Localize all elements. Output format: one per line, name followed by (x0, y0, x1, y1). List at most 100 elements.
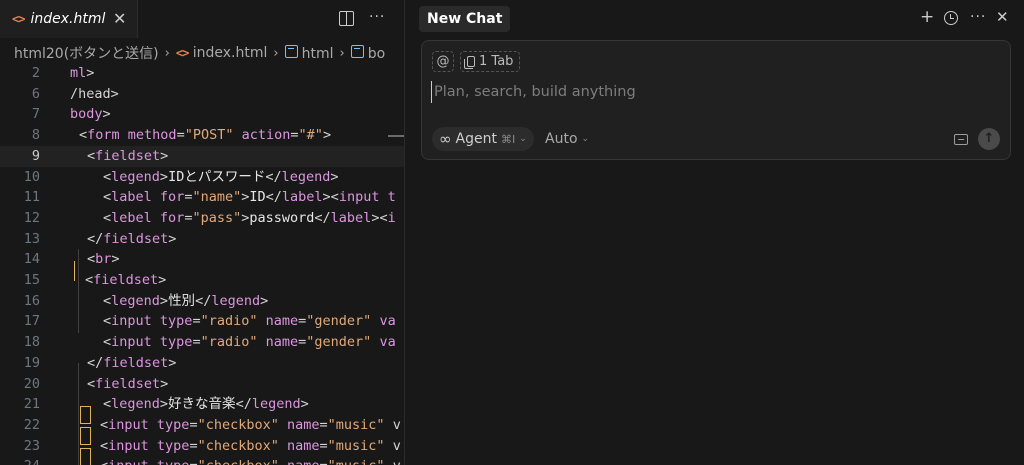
model-select[interactable]: Auto ⌄ (545, 127, 589, 151)
breadcrumb-file[interactable]: <> index.html (176, 45, 268, 61)
code-text: <fieldset> (85, 272, 167, 288)
mode-label: Agent (455, 131, 497, 147)
mention-button[interactable]: @ (432, 51, 454, 72)
code-line[interactable]: 20 <fieldset> (0, 374, 404, 395)
code-text: <fieldset> (87, 147, 169, 164)
context-tab-label: 1 Tab (479, 54, 514, 69)
chevron-down-icon: ⌄ (519, 134, 527, 144)
code-text: <input type="checkbox" name="music" v (100, 416, 401, 433)
breadcrumb: html20(ボタンと送信) › <> index.html › html › … (14, 43, 385, 63)
code-line[interactable]: 15 <fieldset> (0, 270, 404, 291)
symbol-cube-icon (350, 44, 364, 58)
mode-shortcut: ⌘I (500, 132, 516, 146)
close-icon[interactable]: ✕ (113, 9, 126, 28)
code-line[interactable]: 22 <input type="checkbox" name="music" v (0, 415, 404, 436)
history-icon[interactable] (944, 11, 958, 25)
line-number: 7 (31, 106, 40, 123)
code-line[interactable]: 13 </fieldset> (0, 229, 404, 250)
line-number: 13 (23, 230, 40, 247)
breadcrumb-symbol-body[interactable]: bo (350, 44, 385, 62)
code-line[interactable]: 23 <input type="checkbox" name="music" v (0, 436, 404, 457)
chat-input[interactable] (431, 81, 991, 103)
editor-tab-bar: <> index.html ✕ ··· (0, 0, 404, 38)
tab-new-chat[interactable]: New Chat (419, 6, 511, 32)
code-line[interactable]: 8 <form method="POST" action="#"> (0, 125, 404, 146)
line-number: 24 (0, 456, 40, 465)
code-line[interactable]: 2 ml> (0, 63, 404, 84)
editor-tab-title: index.html (30, 11, 106, 27)
symbol-cube-icon (284, 44, 298, 58)
code-text: <br> (87, 251, 120, 268)
html-file-icon: <> (175, 46, 189, 60)
code-line[interactable]: 11 <label for="name">ID</label><input t (0, 187, 404, 208)
context-tab-chip[interactable]: 1 Tab (460, 51, 521, 72)
code-text: <lebel for="pass">password</label><i (103, 209, 396, 226)
line-number: 14 (23, 251, 40, 268)
chevron-right-icon: › (164, 45, 170, 61)
line-number: 12 (23, 209, 40, 226)
chevron-right-icon: › (273, 45, 279, 61)
breadcrumb-folder[interactable]: html20(ボタンと送信) (14, 43, 159, 63)
mode-select-button[interactable]: ∞ Agent ⌘I ⌄ (432, 127, 534, 151)
image-icon[interactable] (954, 134, 968, 145)
indent-guide (78, 363, 79, 465)
chevron-down-icon: ⌄ (581, 134, 590, 144)
line-number: 20 (23, 375, 40, 392)
code-text: body> (70, 106, 111, 123)
code-text: /head> (70, 85, 119, 102)
code-text: <legend>IDとパスワード</legend> (103, 168, 339, 185)
code-line[interactable]: 7 body> (0, 104, 404, 125)
code-text: </fieldset> (87, 354, 177, 371)
arrow-up-icon: ↑ (983, 131, 995, 146)
code-text: <legend>性別</legend> (103, 292, 269, 309)
more-icon[interactable]: ··· (369, 9, 385, 25)
code-text: <legend>好きな音楽</legend> (103, 396, 309, 413)
line-number: 8 (31, 127, 40, 144)
code-line[interactable]: 14 <br> (0, 249, 404, 270)
code-line[interactable]: 12 <lebel for="pass">password</label><i (0, 208, 404, 229)
close-icon[interactable]: ✕ (996, 8, 1009, 26)
split-editor-icon[interactable] (339, 11, 354, 26)
line-number: 17 (23, 313, 40, 330)
code-line[interactable]: 10 <legend>IDとパスワード</legend> (0, 167, 404, 188)
line-number: 18 (23, 334, 40, 351)
line-number: 10 (23, 168, 40, 185)
scrollbar-indicator[interactable] (388, 135, 404, 137)
indent-guide (78, 249, 79, 333)
line-number: 11 (23, 189, 40, 206)
code-line[interactable]: 19 </fieldset> (0, 353, 404, 374)
line-number: 21 (23, 396, 40, 413)
model-label: Auto (545, 131, 578, 147)
editor-tab-index-html[interactable]: <> index.html ✕ (0, 0, 138, 38)
code-text: <input type="radio" name="gender" va (103, 313, 396, 330)
plus-icon[interactable]: + (920, 7, 934, 27)
chevron-right-icon: › (339, 45, 345, 61)
line-number: 6 (31, 85, 40, 102)
breadcrumb-symbol-html[interactable]: html (284, 44, 334, 62)
code-line[interactable]: 16 <legend>性別</legend> (0, 291, 404, 312)
code-editor[interactable]: 2 ml> 6/head> 7 body> 8 <form method="POST" ac… (0, 63, 404, 465)
code-text: <input type="checkbox" name="music" v (100, 456, 401, 465)
send-button[interactable]: ↑ (978, 128, 1000, 150)
bracket-highlight (80, 406, 91, 424)
line-number: 2 (31, 65, 40, 81)
line-number: 9 (31, 147, 40, 164)
code-line[interactable]: 24 <input type="checkbox" name="music" v (0, 456, 404, 465)
code-line[interactable]: 9 <fieldset> (0, 145, 404, 167)
html-file-icon: <> (12, 12, 25, 26)
line-number: 23 (23, 437, 40, 454)
bracket-highlight (80, 427, 91, 445)
code-line[interactable]: 6/head> (0, 84, 404, 105)
bracket-highlight (80, 448, 91, 465)
line-number: 19 (23, 354, 40, 371)
code-line[interactable]: 18 <input type="radio" name="gender" va (0, 332, 404, 353)
code-text: ml> (70, 65, 95, 81)
code-line[interactable]: 21 <legend>好きな音楽</legend> (0, 394, 404, 415)
code-line[interactable]: 17 <input type="radio" name="gender" va (0, 311, 404, 332)
line-number: 15 (23, 272, 40, 288)
line-number: 16 (23, 292, 40, 309)
infinity-icon: ∞ (439, 130, 452, 148)
chat-composer: @ 1 Tab ∞ Agent ⌘I ⌄ Auto ⌄ ↑ (421, 40, 1011, 160)
more-icon[interactable]: ··· (970, 9, 986, 25)
code-text: <input type="checkbox" name="music" v (100, 437, 401, 454)
